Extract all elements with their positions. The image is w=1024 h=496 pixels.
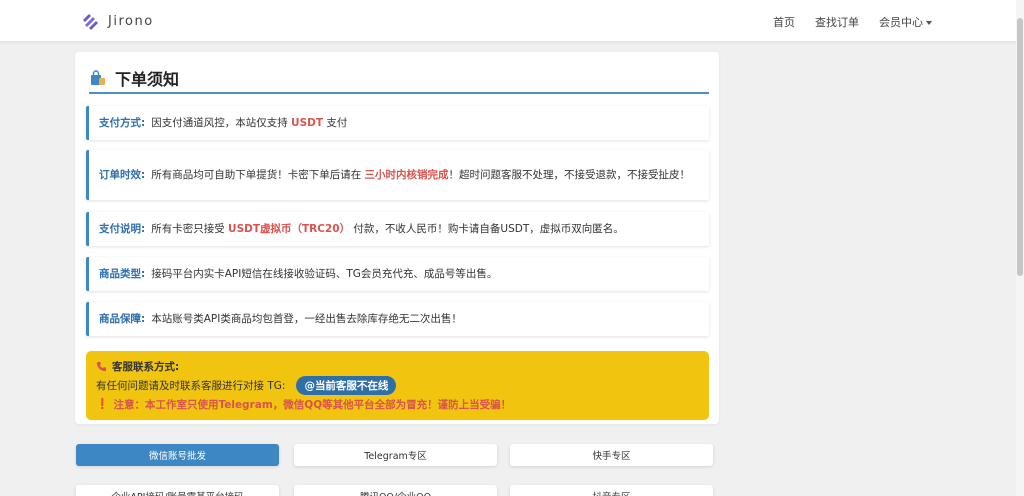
brand-name: Jirono bbox=[108, 13, 154, 29]
contact-line: 有任何问题请及时联系客服进行对接 TG: @当前客服不在线 bbox=[96, 375, 699, 395]
notice-text: 支付方式: 因支付通道风控，本站仅支持 USDT 支付 bbox=[99, 115, 347, 131]
notice-highlight: USDT bbox=[291, 117, 324, 129]
contact-text: 有任何问题请及时联系客服进行对接 TG: bbox=[96, 379, 286, 392]
chevron-down-icon bbox=[926, 21, 932, 25]
notice-content: 因支付通道风控，本站仅支持 bbox=[151, 117, 292, 129]
nav-menu: 首页 查找订单 会员中心 bbox=[773, 14, 932, 30]
exclamation-icon: ❗ bbox=[96, 398, 109, 410]
category-kuaishou[interactable]: 快手专区 bbox=[510, 444, 713, 466]
notice-item-payment-info: 支付说明: 所有卡密只接受 USDT虚拟币（TRC20） 付款，不收人民币！购卡请… bbox=[86, 212, 709, 246]
notice-label: 订单时效: bbox=[99, 169, 146, 181]
notice-label: 支付说明: bbox=[99, 223, 146, 235]
page-scrollbar[interactable] bbox=[1016, 0, 1024, 496]
phone-icon bbox=[96, 361, 107, 371]
notice-card: 下单须知 支付方式: 因支付通道风控，本站仅支持 USDT 支付 订单时效: 所有商… bbox=[75, 52, 719, 424]
warning-text: 注意：本工作室只使用Telegram，微信QQ等其他平台全部为冒充！谨防上当受骗… bbox=[113, 398, 512, 411]
notice-highlight: USDT虚拟币（TRC20） bbox=[228, 223, 351, 235]
telegram-contact-badge[interactable]: @当前客服不在线 bbox=[296, 375, 397, 395]
nav-member-center[interactable]: 会员中心 bbox=[879, 14, 932, 30]
warning-row: ❗ 注意：本工作室只使用Telegram，微信QQ等其他平台全部为冒充！谨防上当… bbox=[96, 395, 699, 413]
notice-content: 支付 bbox=[323, 117, 348, 129]
contact-title: 客服联系方式: bbox=[112, 360, 180, 373]
logo-icon bbox=[83, 14, 98, 30]
notice-content: 本站账号类API类商品均包首登，一经出售去除库存绝无二次出售！ bbox=[151, 313, 462, 325]
notice-text: 支付说明: 所有卡密只接受 USDT虚拟币（TRC20） 付款，不收人民币！购卡请… bbox=[99, 221, 624, 237]
notice-content: 所有卡密只接受 bbox=[151, 223, 229, 235]
category-tencent-qq[interactable]: 腾讯QQ/企业QQ bbox=[294, 485, 497, 496]
nav-home[interactable]: 首页 bbox=[773, 14, 795, 30]
category-douyin[interactable]: 抖音专区 bbox=[510, 485, 713, 496]
brand-logo[interactable]: Jirono bbox=[80, 11, 154, 31]
category-telegram[interactable]: Telegram专区 bbox=[294, 444, 497, 466]
nav-member-center-label: 会员中心 bbox=[879, 16, 923, 29]
shopping-bag-icon bbox=[91, 70, 105, 85]
notice-label: 商品保障: bbox=[99, 313, 146, 325]
notice-text: 商品保障: 本站账号类API类商品均包首登，一经出售去除库存绝无二次出售！ bbox=[99, 311, 462, 327]
notice-content: ！超时问题客服不处理，不接受退款，不接受扯皮！ bbox=[448, 169, 691, 181]
nav-find-order[interactable]: 查找订单 bbox=[815, 14, 859, 30]
contact-notice: 客服联系方式: 有任何问题请及时联系客服进行对接 TG: @当前客服不在线 ❗ … bbox=[86, 351, 709, 420]
page-title: 下单须知 bbox=[115, 70, 180, 89]
notice-content: 付款，不收人民币！购卡请自备USDT，虚拟币双向匿名。 bbox=[350, 223, 624, 235]
notice-text: 商品类型: 接码平台内实卡API短信在线接收验证码、TG会员充代充、成品号等出售。 bbox=[99, 266, 497, 282]
card-header: 下单须知 bbox=[89, 64, 709, 94]
notice-content: 所有商品均可自助下单提货！卡密下单后请在 bbox=[151, 169, 365, 181]
scrollbar-thumb[interactable] bbox=[1017, 18, 1023, 276]
notice-label: 支付方式: bbox=[99, 117, 146, 129]
notice-content: 接码平台内实卡API短信在线接收验证码、TG会员充代充、成品号等出售。 bbox=[151, 268, 498, 280]
notice-item-order-time: 订单时效: 所有商品均可自助下单提货！卡密下单后请在 三小时内核销完成！超时问题客… bbox=[86, 150, 709, 200]
notice-highlight: 三小时内核销完成 bbox=[364, 169, 449, 181]
notice-text: 订单时效: 所有商品均可自助下单提货！卡密下单后请在 三小时内核销完成！超时问题客… bbox=[99, 167, 690, 183]
top-navbar: Jirono 首页 查找订单 会员中心 bbox=[0, 0, 1016, 42]
notice-label: 商品类型: bbox=[99, 268, 146, 280]
category-enterprise-api[interactable]: 企业API接码/账号零基平台接码 bbox=[76, 485, 279, 496]
notice-item-payment: 支付方式: 因支付通道风控，本站仅支持 USDT 支付 bbox=[86, 106, 709, 140]
notice-item-product-type: 商品类型: 接码平台内实卡API短信在线接收验证码、TG会员充代充、成品号等出售。 bbox=[86, 257, 709, 291]
category-wechat-accounts[interactable]: 微信账号批发 bbox=[76, 444, 279, 466]
contact-title-row: 客服联系方式: bbox=[96, 357, 699, 375]
notice-item-guarantee: 商品保障: 本站账号类API类商品均包首登，一经出售去除库存绝无二次出售！ bbox=[86, 302, 709, 336]
